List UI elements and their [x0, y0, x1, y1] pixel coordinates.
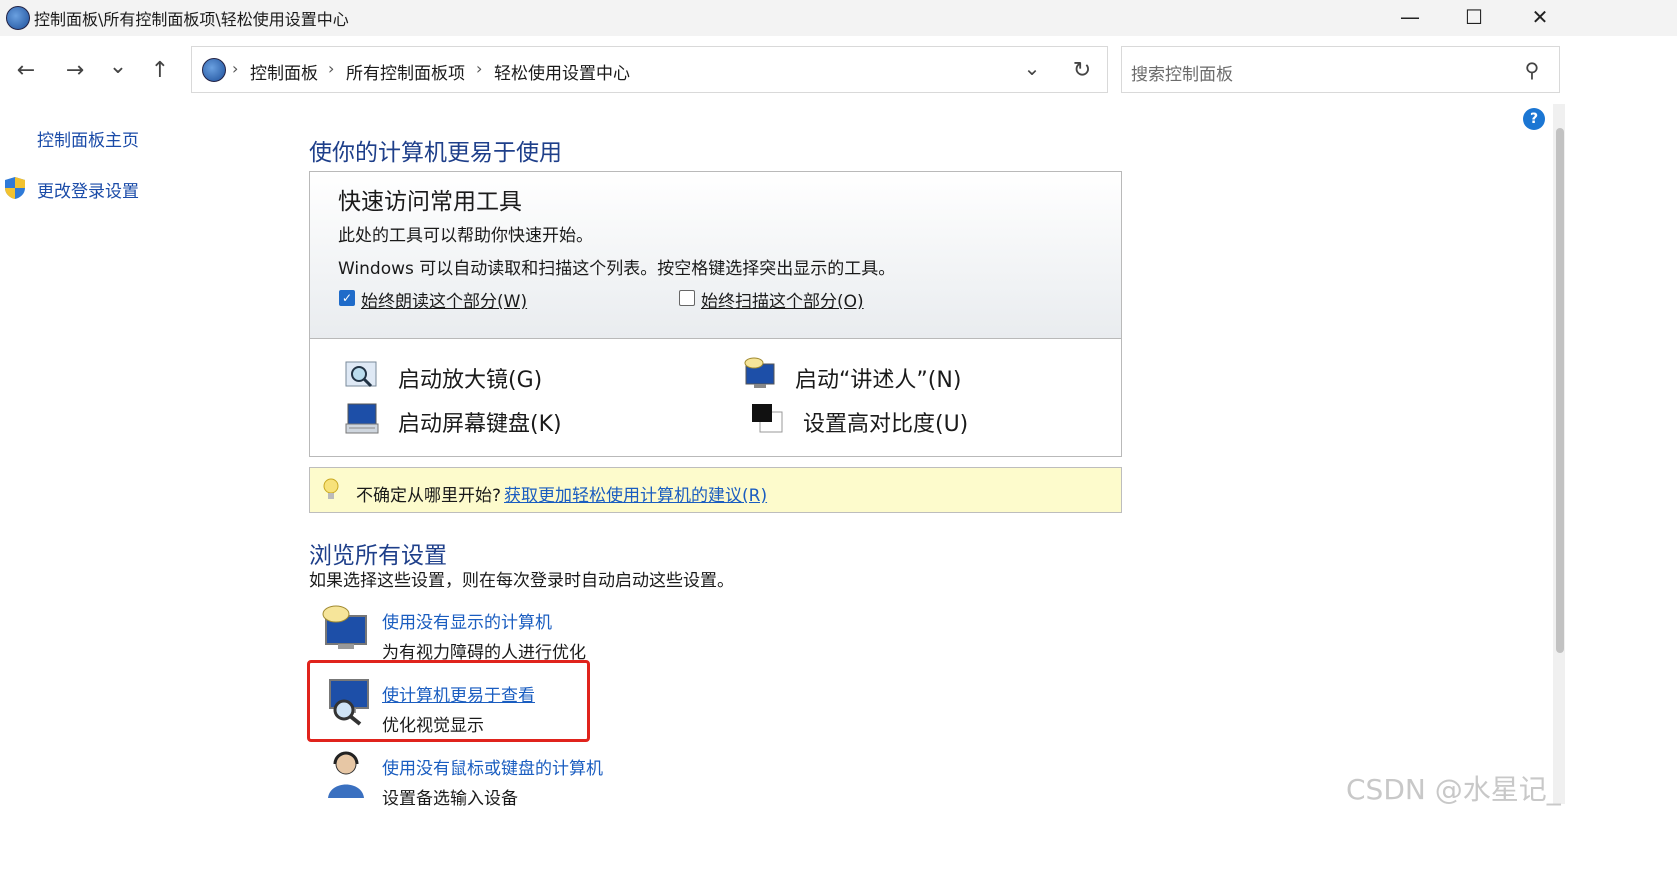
check-scan-checkbox[interactable] — [679, 290, 695, 306]
help-icon[interactable]: ? — [1523, 108, 1545, 130]
minimize-button[interactable]: — — [1378, 0, 1442, 34]
check-scan-label[interactable]: 始终扫描这个部分(O) — [701, 287, 864, 312]
breadcrumb-separator: › — [328, 59, 335, 78]
item-no-mouse-link[interactable]: 使用没有鼠标或键盘的计算机 — [382, 754, 603, 779]
breadcrumb-separator: › — [232, 59, 239, 78]
maximize-button[interactable]: ☐ — [1442, 0, 1506, 34]
search-icon[interactable]: ⚲ — [1518, 56, 1546, 84]
person-headset-icon — [328, 751, 364, 798]
tool-keyboard[interactable]: 启动屏幕键盘(K) — [398, 406, 562, 438]
lightbulb-icon — [323, 478, 339, 499]
search-input[interactable]: 搜索控制面板 — [1131, 60, 1233, 85]
close-button[interactable]: ✕ — [1508, 0, 1572, 34]
up-button[interactable]: ↑ — [146, 56, 174, 84]
sidebar-item-login-settings[interactable]: 更改登录设置 — [37, 177, 139, 202]
breadcrumb-ease-of-access[interactable]: 轻松使用设置中心 — [494, 59, 630, 84]
sidebar-item-home[interactable]: 控制面板主页 — [37, 126, 139, 151]
breadcrumb-all-items[interactable]: 所有控制面板项 — [346, 59, 465, 84]
tool-high-contrast[interactable]: 设置高对比度(U) — [803, 406, 968, 438]
browse-subtitle: 如果选择这些设置，则在每次登录时自动启动这些设置。 — [309, 571, 734, 591]
forward-button[interactable]: → — [61, 56, 89, 84]
back-button[interactable]: ← — [12, 56, 40, 84]
control-panel-icon — [6, 6, 30, 30]
shield-icon — [5, 177, 25, 199]
tip-prefix: 不确定从哪里开始? — [356, 486, 502, 506]
breadcrumb-control-panel[interactable]: 控制面板 — [250, 59, 318, 84]
tool-magnifier[interactable]: 启动放大镜(G) — [398, 362, 542, 394]
page-title: 使你的计算机更易于使用 — [309, 140, 562, 166]
check-read-label[interactable]: 始终朗读这个部分(W) — [361, 287, 527, 312]
quick-access-line1: 此处的工具可以帮助你快速开始。 — [338, 226, 593, 246]
no-display-computer-icon — [322, 605, 367, 649]
window-title: 控制面板\所有控制面板项\轻松使用设置中心 — [34, 10, 349, 29]
check-read-checkbox[interactable]: ✓ — [339, 290, 355, 306]
control-panel-icon — [202, 58, 226, 82]
item-no-display-link[interactable]: 使用没有显示的计算机 — [382, 608, 552, 633]
watermark: CSDN @水星记_ — [1346, 773, 1561, 806]
on-screen-keyboard-icon — [345, 403, 379, 434]
tip-link[interactable]: 获取更加轻松使用计算机的建议(R) — [504, 481, 767, 506]
highlight-box — [307, 660, 590, 742]
recent-locations-button[interactable]: ⌄ — [104, 52, 132, 80]
quick-access-line2: Windows 可以自动读取和扫描这个列表。按空格键选择突出显示的工具。 — [338, 259, 896, 279]
tool-narrator[interactable]: 启动“讲述人”(N) — [795, 362, 961, 394]
high-contrast-icon — [752, 404, 783, 433]
refresh-button[interactable]: ↻ — [1068, 56, 1096, 84]
narrator-icon — [744, 357, 775, 388]
item-no-mouse-desc: 设置备选输入设备 — [382, 789, 518, 809]
quick-access-title: 快速访问常用工具 — [338, 189, 522, 215]
browse-heading: 浏览所有设置 — [309, 543, 447, 569]
scrollbar-thumb[interactable] — [1556, 128, 1564, 653]
magnifier-icon — [345, 361, 377, 388]
breadcrumb-separator: › — [476, 59, 483, 78]
address-dropdown-button[interactable]: ⌄ — [1018, 54, 1046, 82]
